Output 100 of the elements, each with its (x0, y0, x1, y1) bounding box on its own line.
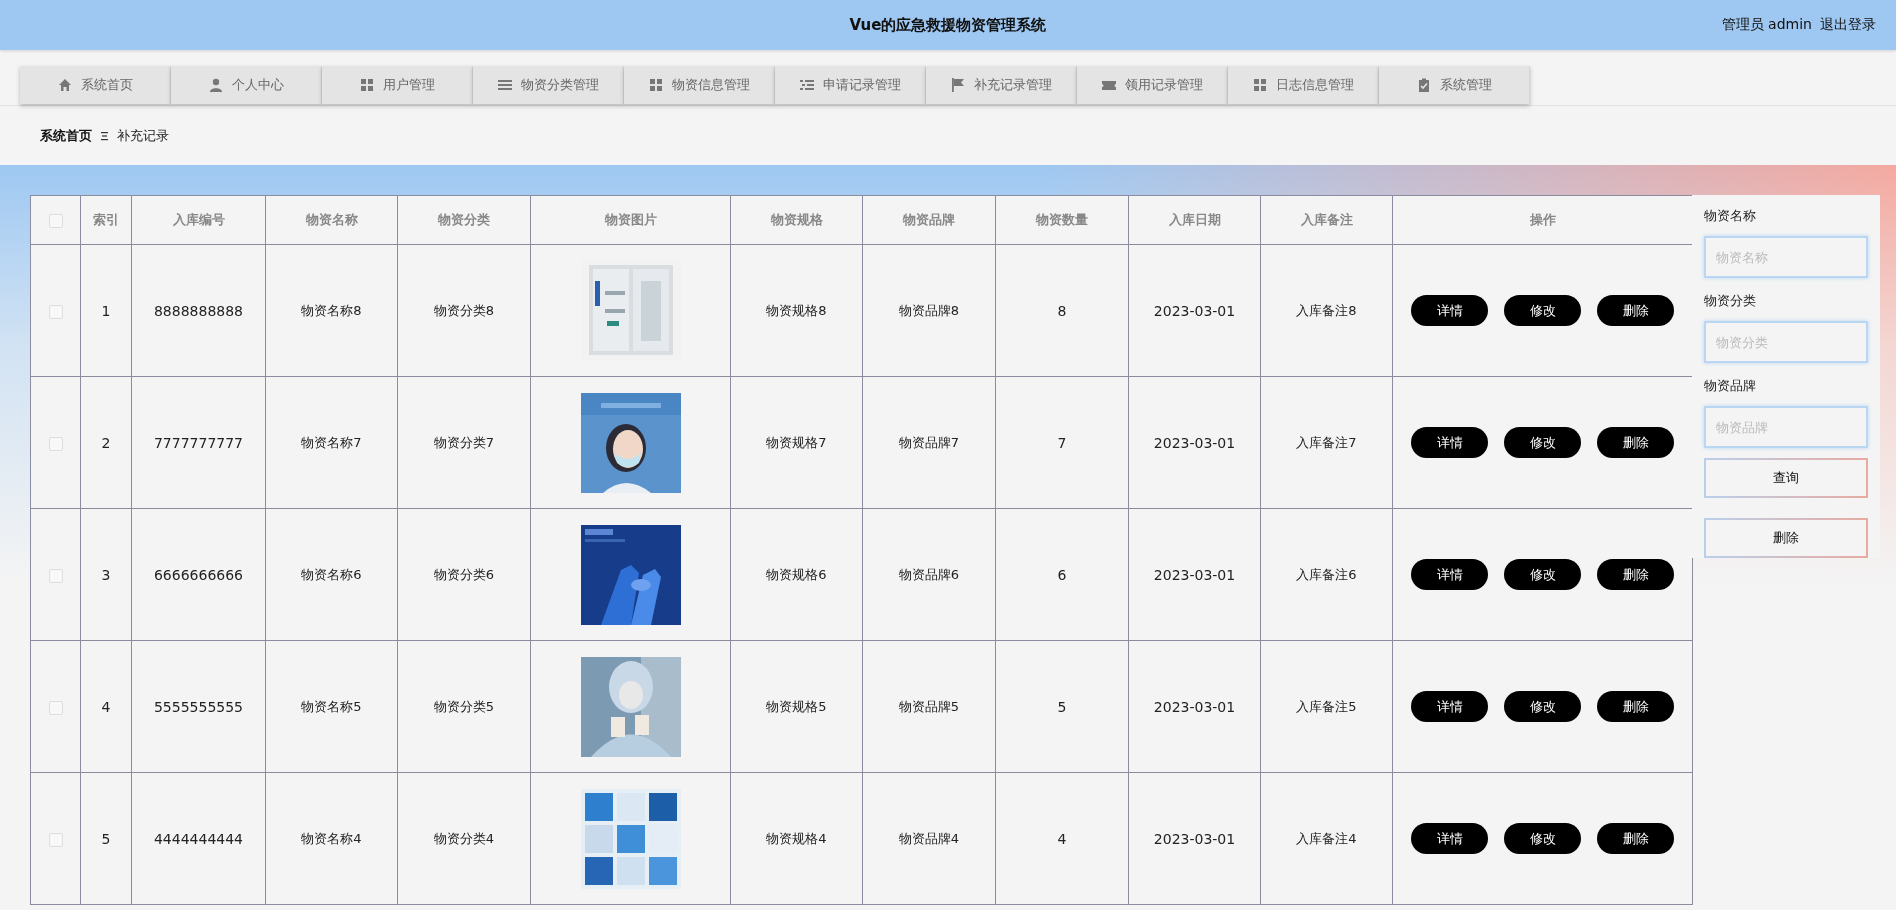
details-button[interactable]: 详情 (1411, 823, 1488, 854)
row-checkbox[interactable] (48, 304, 63, 319)
column-header: 物资分类 (438, 212, 490, 227)
user-label: 管理员 admin (1721, 16, 1812, 34)
nav-tab[interactable]: 系统首页 (20, 66, 171, 104)
grid-icon (1252, 77, 1268, 93)
column-header: 入库日期 (1168, 212, 1221, 227)
row-checkbox[interactable] (48, 700, 63, 715)
table-cell: 入库备注7 (1296, 434, 1357, 450)
details-button[interactable]: 详情 (1411, 427, 1488, 458)
table-cell: 2 (101, 434, 111, 451)
column-header: 物资规格 (770, 212, 823, 227)
table-cell: 物资分类8 (433, 302, 495, 318)
column-header: 物资名称 (305, 212, 358, 227)
select-all-checkbox[interactable] (48, 213, 63, 228)
table-cell: 入库备注5 (1296, 698, 1357, 714)
details-button[interactable]: 详情 (1411, 559, 1488, 590)
table-cell: 3 (101, 566, 111, 583)
edit-button[interactable]: 修改 (1504, 295, 1581, 326)
table-cell: 入库备注4 (1296, 830, 1357, 846)
table-cell: 物资名称4 (301, 830, 362, 846)
field-label: 物资分类 (1704, 292, 1757, 310)
breadcrumb-item[interactable]: 系统首页 (40, 126, 92, 145)
table-cell: 物资分类7 (433, 434, 495, 450)
list-icon (799, 77, 815, 93)
nav-tab[interactable]: 物资信息管理 (624, 66, 775, 104)
field-label: 物资品牌 (1704, 377, 1757, 395)
delete-button[interactable]: 删除 (1597, 691, 1674, 722)
table-cell: 8888888888 (153, 302, 244, 319)
flag-icon (950, 77, 966, 93)
table-cell: 物资规格6 (766, 566, 827, 582)
grid-icon (359, 77, 375, 93)
table-cell: 物资品牌4 (898, 830, 960, 846)
table-cell: 物资名称8 (301, 302, 362, 318)
row-checkbox[interactable] (48, 436, 63, 451)
field-label: 物资名称 (1704, 207, 1757, 225)
table-cell: 6666666666 (153, 566, 244, 583)
table-cell: 物资品牌6 (898, 566, 960, 582)
nav-tab[interactable]: 用户管理 (322, 66, 473, 104)
app-title: Vue的应急救援物资管理系统 (849, 15, 1047, 35)
search-button[interactable]: 查询 (1704, 458, 1868, 498)
table-cell: 物资分类6 (433, 566, 495, 582)
home-icon (57, 77, 73, 93)
table-cell: 入库备注6 (1296, 566, 1357, 582)
table-cell: 物资品牌7 (898, 434, 960, 450)
row-checkbox[interactable] (48, 568, 63, 583)
table-cell: 2023-03-01 (1153, 698, 1236, 715)
table-cell: 2023-03-01 (1153, 302, 1236, 319)
delete-button[interactable]: 删除 (1597, 427, 1674, 458)
nav-tab[interactable]: 领用记录管理 (1077, 66, 1228, 104)
table-cell: 5 (1057, 698, 1067, 715)
column-header: 索引 (93, 212, 119, 227)
table-cell: 4 (1057, 830, 1067, 847)
table-cell: 物资品牌5 (898, 698, 960, 714)
edit-button[interactable]: 修改 (1504, 691, 1581, 722)
grid-icon (648, 77, 664, 93)
table-cell: 物资规格7 (766, 434, 827, 450)
edit-button[interactable]: 修改 (1504, 823, 1581, 854)
table-cell: 6 (1057, 566, 1067, 583)
table-cell: 物资名称7 (301, 434, 362, 450)
table-cell: 物资分类4 (433, 830, 495, 846)
delete-button[interactable]: 删除 (1597, 559, 1674, 590)
logout-link[interactable]: 退出登录 (1820, 16, 1876, 34)
nav-tab[interactable]: 补充记录管理 (926, 66, 1077, 104)
table-cell: 1 (101, 302, 111, 319)
delete-button[interactable]: 删除 (1597, 823, 1674, 854)
delete-button[interactable]: 删除 (1704, 518, 1868, 558)
table-cell: 8 (1057, 302, 1067, 319)
breadcrumb-item: 补充记录 (117, 126, 169, 145)
table-cell: 5555555555 (153, 698, 244, 715)
edit-button[interactable]: 修改 (1504, 427, 1581, 458)
separator-icon (100, 130, 109, 141)
table-cell: 入库备注8 (1296, 302, 1357, 318)
nav-tab[interactable]: 个人中心 (171, 66, 322, 104)
table-cell: 4 (101, 698, 111, 715)
nav-tab[interactable]: 日志信息管理 (1228, 66, 1379, 104)
table-cell: 7777777777 (153, 434, 244, 451)
table-cell: 物资规格4 (766, 830, 827, 846)
table-cell: 5 (101, 830, 111, 847)
details-button[interactable]: 详情 (1411, 691, 1488, 722)
table-cell: 物资名称6 (301, 566, 362, 582)
column-header: 入库备注 (1300, 212, 1353, 227)
search-field[interactable]: 物资名称 (1704, 236, 1868, 278)
nav-tab[interactable]: 物资分类管理 (473, 66, 624, 104)
table-cell: 2023-03-01 (1153, 830, 1236, 847)
clipboard-icon (1416, 77, 1432, 93)
column-header: 操作 (1529, 212, 1556, 227)
table-cell: 物资分类5 (433, 698, 495, 714)
table-cell: 4444444444 (153, 830, 244, 847)
menu-icon (497, 77, 513, 93)
row-checkbox[interactable] (48, 832, 63, 847)
nav-tab[interactable]: 申请记录管理 (775, 66, 926, 104)
table-cell: 物资名称5 (301, 698, 362, 714)
details-button[interactable]: 详情 (1411, 295, 1488, 326)
table-cell: 物资品牌8 (898, 302, 960, 318)
column-header: 物资图片 (604, 212, 657, 227)
nav-tab[interactable]: 系统管理 (1379, 66, 1530, 104)
edit-button[interactable]: 修改 (1504, 559, 1581, 590)
delete-button[interactable]: 删除 (1597, 295, 1674, 326)
table-cell: 2023-03-01 (1153, 434, 1236, 451)
